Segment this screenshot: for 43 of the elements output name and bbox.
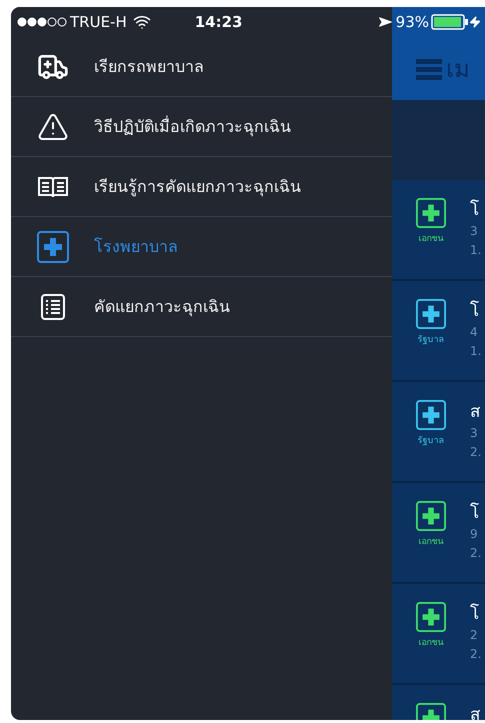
hospital-distance: 2. — [470, 646, 482, 663]
header-title: เม — [446, 54, 470, 85]
hospital-row[interactable]: เอกชน โ 9 2. — [392, 483, 485, 584]
list-icon — [40, 294, 64, 320]
menu-item[interactable]: เรียกรถพยาบาล — [11, 37, 392, 97]
hospital-row[interactable]: ส — [392, 685, 485, 720]
hospital-type: เอกชน — [418, 536, 444, 548]
menu-item[interactable]: เรียนรู้การคัดแยกภาวะฉุกเฉิน — [11, 157, 392, 217]
menu-icon[interactable] — [416, 58, 442, 80]
charging-icon — [469, 16, 481, 28]
hospital-row[interactable]: รัฐบาล โ 4 1. — [392, 281, 485, 382]
hospital-row[interactable]: เอกชน โ 3 1. — [392, 180, 485, 281]
hospital-type: เอกชน — [418, 637, 444, 649]
carrier-name: TRUE-H — [70, 13, 127, 31]
signal-icon — [17, 17, 67, 27]
hospital-address: 4 — [470, 324, 479, 341]
hospital-name: โ — [470, 602, 480, 626]
status-time: 14:23 — [194, 13, 242, 31]
hospital-distance: 2. — [470, 444, 482, 461]
hospital-address: 3 — [470, 425, 479, 442]
hospital-distance: 1. — [470, 343, 482, 360]
hospital-type: รัฐบาล — [418, 435, 444, 447]
hospital-name: ส — [470, 401, 481, 424]
battery-icon — [431, 14, 469, 30]
hospital-type: รัฐบาล — [418, 334, 444, 346]
hospital-address: 9 — [470, 526, 479, 543]
menu-item[interactable]: โรงพยาบาล — [11, 217, 392, 277]
menu-item[interactable]: วิธีปฏิบัติเมื่อเกิดภาวะฉุกเฉิน — [11, 97, 392, 157]
wifi-icon — [132, 13, 151, 31]
book-icon — [38, 176, 68, 198]
hospital-address: 3 — [470, 223, 479, 240]
hospital-distance: 2. — [470, 545, 482, 562]
hospital-name: โ — [470, 502, 480, 525]
hospital-name: ส — [470, 704, 480, 720]
hospital-name: โ — [470, 300, 480, 323]
hospital-type: เอกชน — [418, 233, 444, 245]
hospital-distance: 1. — [470, 242, 482, 259]
hospital-name: โ — [470, 198, 480, 222]
hospital-row[interactable]: เอกชน โ 2 2. — [392, 584, 485, 685]
hospital-row[interactable]: รัฐบาล ส 3 2. — [392, 382, 485, 483]
battery-percent: 93% — [396, 13, 429, 31]
menu-item[interactable]: คัดแยกภาวะฉุกเฉิน — [11, 277, 392, 337]
hospital-address: 2 — [470, 627, 479, 644]
